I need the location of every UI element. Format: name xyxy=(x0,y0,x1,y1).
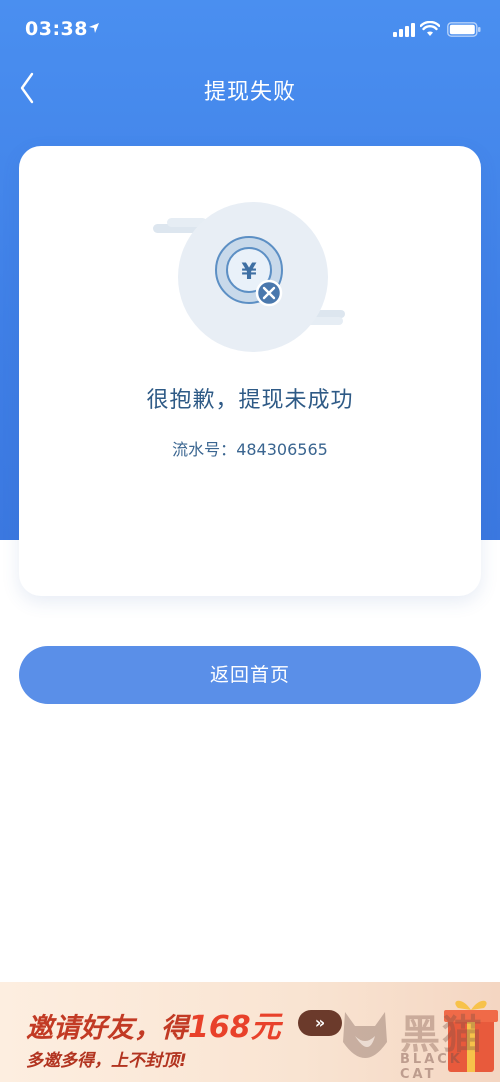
status-time: 03:38 xyxy=(25,18,88,40)
wifi-icon xyxy=(420,21,440,36)
banner-title: 邀请好友，得168元 xyxy=(26,1010,281,1045)
return-home-button[interactable]: 返回首页 xyxy=(19,646,481,704)
invite-friends-banner[interactable]: 邀请好友，得168元 » 多邀多得，上不封顶! 黑猫 BLACK CAT xyxy=(0,982,500,1082)
page-title: 提现失败 xyxy=(203,80,296,105)
serial-value: 484306565 xyxy=(236,440,328,459)
cellular-signal-icon xyxy=(393,23,415,37)
serial-label: 流水号： xyxy=(172,440,237,459)
result-card: ¥ 很抱歉，提现未成功 流水号：484306565 xyxy=(19,146,481,596)
failure-message: 很抱歉，提现未成功 xyxy=(146,388,354,413)
banner-title-prefix: 邀请好友，得 xyxy=(26,1013,188,1044)
banner-title-amount: 168元 xyxy=(188,1010,281,1045)
battery-icon xyxy=(447,22,481,37)
navigation-bar: 提现失败 xyxy=(0,62,500,114)
withdraw-failed-illustration: ¥ xyxy=(153,202,345,352)
watermark-en: BLACK CAT xyxy=(400,1052,463,1082)
serial-number-row: 流水号：484306565 xyxy=(19,436,481,460)
yuan-symbol: ¥ xyxy=(241,260,257,285)
location-arrow-icon xyxy=(89,23,99,33)
banner-title-row: 邀请好友，得168元 xyxy=(26,1002,281,1046)
banner-subtitle: 多邀多得，上不封顶! xyxy=(26,1051,187,1071)
status-bar: 03:38 xyxy=(0,0,500,60)
black-cat-logo xyxy=(343,1012,387,1058)
